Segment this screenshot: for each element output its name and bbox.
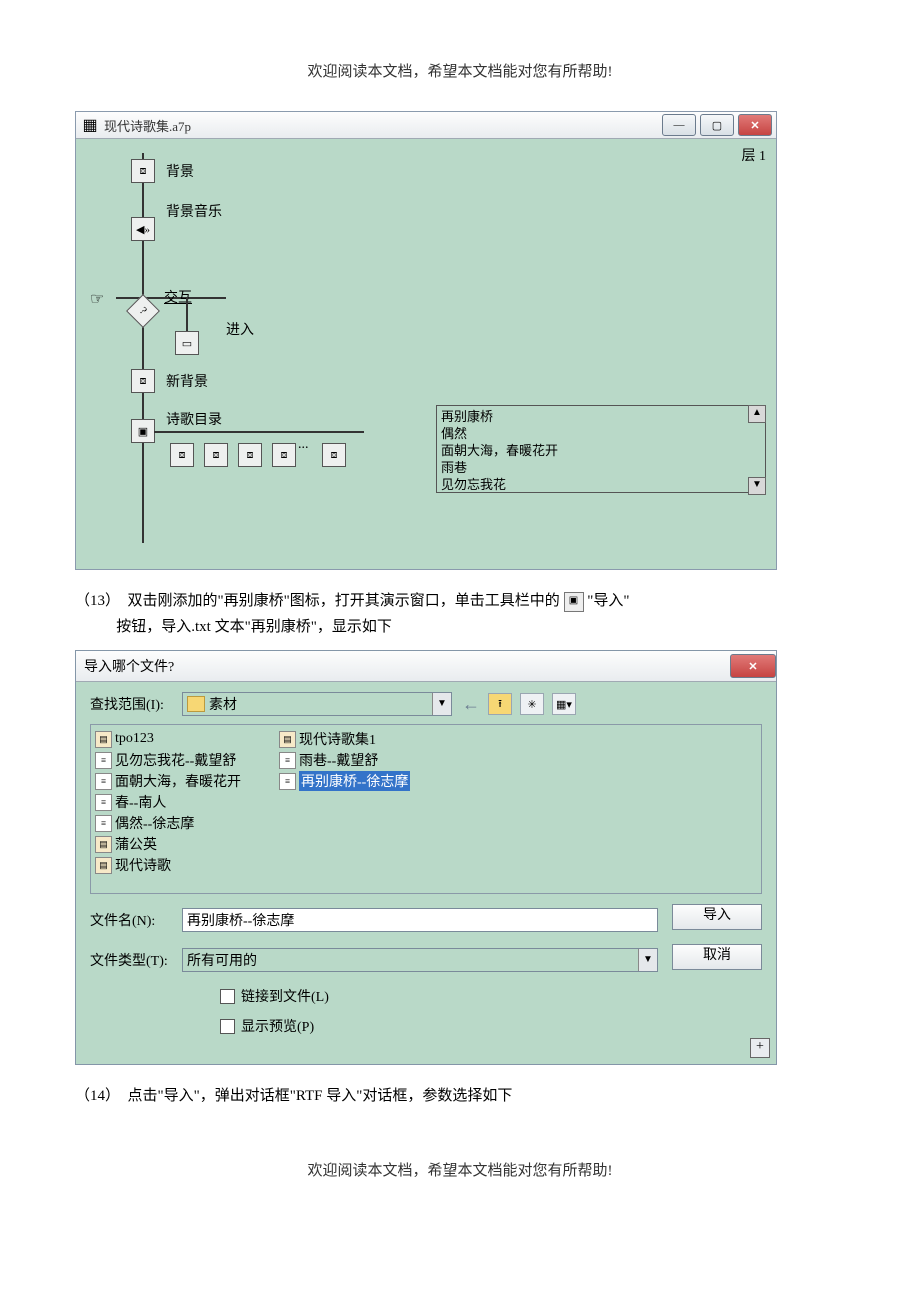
link-checkbox-label: 链接到文件(L): [241, 986, 329, 1006]
up-folder-icon[interactable]: ⭱: [488, 693, 512, 715]
page-icon-5[interactable]: ⧈: [322, 443, 346, 467]
file-item[interactable]: ▤蒲公英: [95, 834, 257, 854]
flowchart-area: 层 1 ⧈ 背景 背景音乐 ◀» ☞ ? 交互 ▭ 进入 ⧈ 新背景 ▣ 诗歌目…: [76, 139, 776, 569]
scroll-down-button[interactable]: ▼: [748, 477, 766, 495]
dialog-title: 导入哪个文件?: [84, 656, 174, 676]
node-label-bg: 背景: [166, 161, 194, 181]
import-dialog: 导入哪个文件? ✕ 查找范围(I): 素材 ▼ ← ⭱ ✳ ▦▾: [75, 650, 777, 1065]
new-folder-icon[interactable]: ✳: [520, 693, 544, 715]
lookin-label: 查找范围(I):: [90, 694, 182, 714]
file-item[interactable]: ≡见勿忘我花--戴望舒: [95, 750, 257, 770]
back-arrow-icon[interactable]: ←: [462, 694, 480, 715]
titlebar: ▦ 现代诗歌集.a7p — ▢ ✕: [76, 112, 776, 139]
page-icon-4[interactable]: ⧈: [272, 443, 296, 467]
poem-item[interactable]: 偶然: [441, 425, 761, 442]
page-icon-2[interactable]: ⧈: [204, 443, 228, 467]
filename-label: 文件名(N):: [90, 910, 182, 930]
node-label-bgm: 背景音乐: [166, 201, 222, 221]
folder-icon: ▤: [95, 731, 112, 748]
folder-icon: ▤: [279, 731, 296, 748]
preview-checkbox-row[interactable]: 显示预览(P): [220, 1016, 762, 1036]
step-13-text: （13） 双击刚添加的"再别康桥"图标，打开其演示窗口，单击工具栏中的 ▣ "导…: [75, 588, 845, 640]
poem-item[interactable]: 雨巷: [441, 459, 761, 476]
import-toolbar-icon: ▣: [564, 592, 584, 612]
step-number: （13）: [75, 593, 120, 609]
interaction-icon[interactable]: ?: [126, 294, 160, 328]
authorware-window: ▦ 现代诗歌集.a7p — ▢ ✕ 层 1 ⧈ 背景 背景音乐 ◀» ☞ ? 交…: [75, 111, 777, 570]
page-footer: 欢迎阅读本文档，希望本文档能对您有所帮助!: [75, 1159, 845, 1180]
cancel-button[interactable]: 取消: [672, 944, 762, 970]
step-line2: 按钮，导入.txt 文本"再别康桥"，显示如下: [116, 619, 392, 635]
lookin-value: 素材: [209, 694, 237, 714]
page-icon-3[interactable]: ⧈: [238, 443, 262, 467]
text-file-icon: ≡: [279, 773, 296, 790]
file-item-selected[interactable]: ≡再别康桥--徐志摩: [279, 771, 441, 791]
app-icon: ▦: [80, 116, 100, 134]
hand-pointer-icon: ☞: [90, 289, 104, 309]
text-file-icon: ≡: [95, 794, 112, 811]
display-icon[interactable]: ⧈: [131, 159, 155, 183]
dialog-close-button[interactable]: ✕: [730, 654, 776, 678]
file-item[interactable]: ▤现代诗歌集1: [279, 729, 441, 749]
page-header: 欢迎阅读本文档，希望本文档能对您有所帮助!: [75, 60, 845, 81]
text-file-icon: ≡: [95, 815, 112, 832]
expand-button[interactable]: +: [750, 1038, 770, 1058]
page-icon-1[interactable]: ⧈: [170, 443, 194, 467]
filetype-label: 文件类型(T):: [90, 950, 182, 970]
text-file-icon: ≡: [95, 752, 112, 769]
node-label-menu: 诗歌目录: [166, 409, 222, 429]
window-title: 现代诗歌集.a7p: [104, 116, 658, 135]
filetype-combo[interactable]: 所有可用的 ▼: [182, 948, 658, 972]
poems-listbox[interactable]: 再别康桥 偶然 面朝大海，春暖花开 雨巷 见勿忘我花: [436, 405, 766, 493]
display2-icon[interactable]: ⧈: [131, 369, 155, 393]
filename-input[interactable]: 再别康桥--徐志摩: [182, 908, 658, 932]
checkbox-icon[interactable]: [220, 989, 235, 1004]
poem-item[interactable]: 再别康桥: [441, 408, 761, 425]
preview-checkbox-label: 显示预览(P): [241, 1016, 314, 1036]
file-item[interactable]: ≡雨巷--戴望舒: [279, 750, 441, 770]
file-list[interactable]: ▤tpo123 ≡见勿忘我花--戴望舒 ≡面朝大海，春暖花开 ≡春--南人 ≡偶…: [90, 724, 762, 894]
file-item[interactable]: ▤现代诗歌: [95, 855, 257, 875]
poem-item[interactable]: 见勿忘我花: [441, 476, 761, 493]
step-number: （14）: [75, 1088, 120, 1104]
flow-line-h2: [154, 431, 364, 433]
import-button[interactable]: 导入: [672, 904, 762, 930]
flow-line-main: [142, 153, 144, 543]
step-14-text: （14） 点击"导入"，弹出对话框"RTF 导入"对话框，参数选择如下: [75, 1083, 845, 1109]
link-checkbox-row[interactable]: 链接到文件(L): [220, 986, 762, 1006]
folder-icon: [187, 696, 205, 712]
node-label-newbg: 新背景: [166, 371, 208, 391]
dropdown-arrow-icon[interactable]: ▼: [638, 949, 657, 971]
step-line1b: "导入": [587, 593, 629, 609]
node-label-enter: 进入: [226, 319, 254, 339]
maximize-button[interactable]: ▢: [700, 114, 734, 136]
scroll-up-button[interactable]: ▲: [748, 405, 766, 423]
text-file-icon: ≡: [95, 773, 112, 790]
text-file-icon: ≡: [279, 752, 296, 769]
layer-label: 层 1: [742, 145, 767, 165]
file-item[interactable]: ≡春--南人: [95, 792, 257, 812]
filetype-value: 所有可用的: [187, 950, 257, 970]
close-button[interactable]: ✕: [738, 114, 772, 136]
folder-icon: ▤: [95, 836, 112, 853]
checkbox-icon[interactable]: [220, 1019, 235, 1034]
dropdown-arrow-icon[interactable]: ▼: [432, 693, 451, 715]
framework-icon[interactable]: ▣: [131, 419, 155, 443]
sound-icon[interactable]: ◀»: [131, 217, 155, 241]
ellipsis: ...: [298, 437, 309, 453]
file-item[interactable]: ▤tpo123: [95, 729, 257, 749]
file-item[interactable]: ≡面朝大海，春暖花开: [95, 771, 257, 791]
view-menu-icon[interactable]: ▦▾: [552, 693, 576, 715]
step-line1: 双击刚添加的"再别康桥"图标，打开其演示窗口，单击工具栏中的: [128, 593, 560, 609]
minimize-button[interactable]: —: [662, 114, 696, 136]
step14-body: 点击"导入"，弹出对话框"RTF 导入"对话框，参数选择如下: [128, 1088, 513, 1104]
lookin-combo[interactable]: 素材 ▼: [182, 692, 452, 716]
map-icon[interactable]: ▭: [175, 331, 199, 355]
folder-icon: ▤: [95, 857, 112, 874]
file-item[interactable]: ≡偶然--徐志摩: [95, 813, 257, 833]
dialog-titlebar: 导入哪个文件? ✕: [76, 651, 776, 682]
filename-value: 再别康桥--徐志摩: [187, 910, 294, 930]
poem-item[interactable]: 面朝大海，春暖花开: [441, 442, 761, 459]
